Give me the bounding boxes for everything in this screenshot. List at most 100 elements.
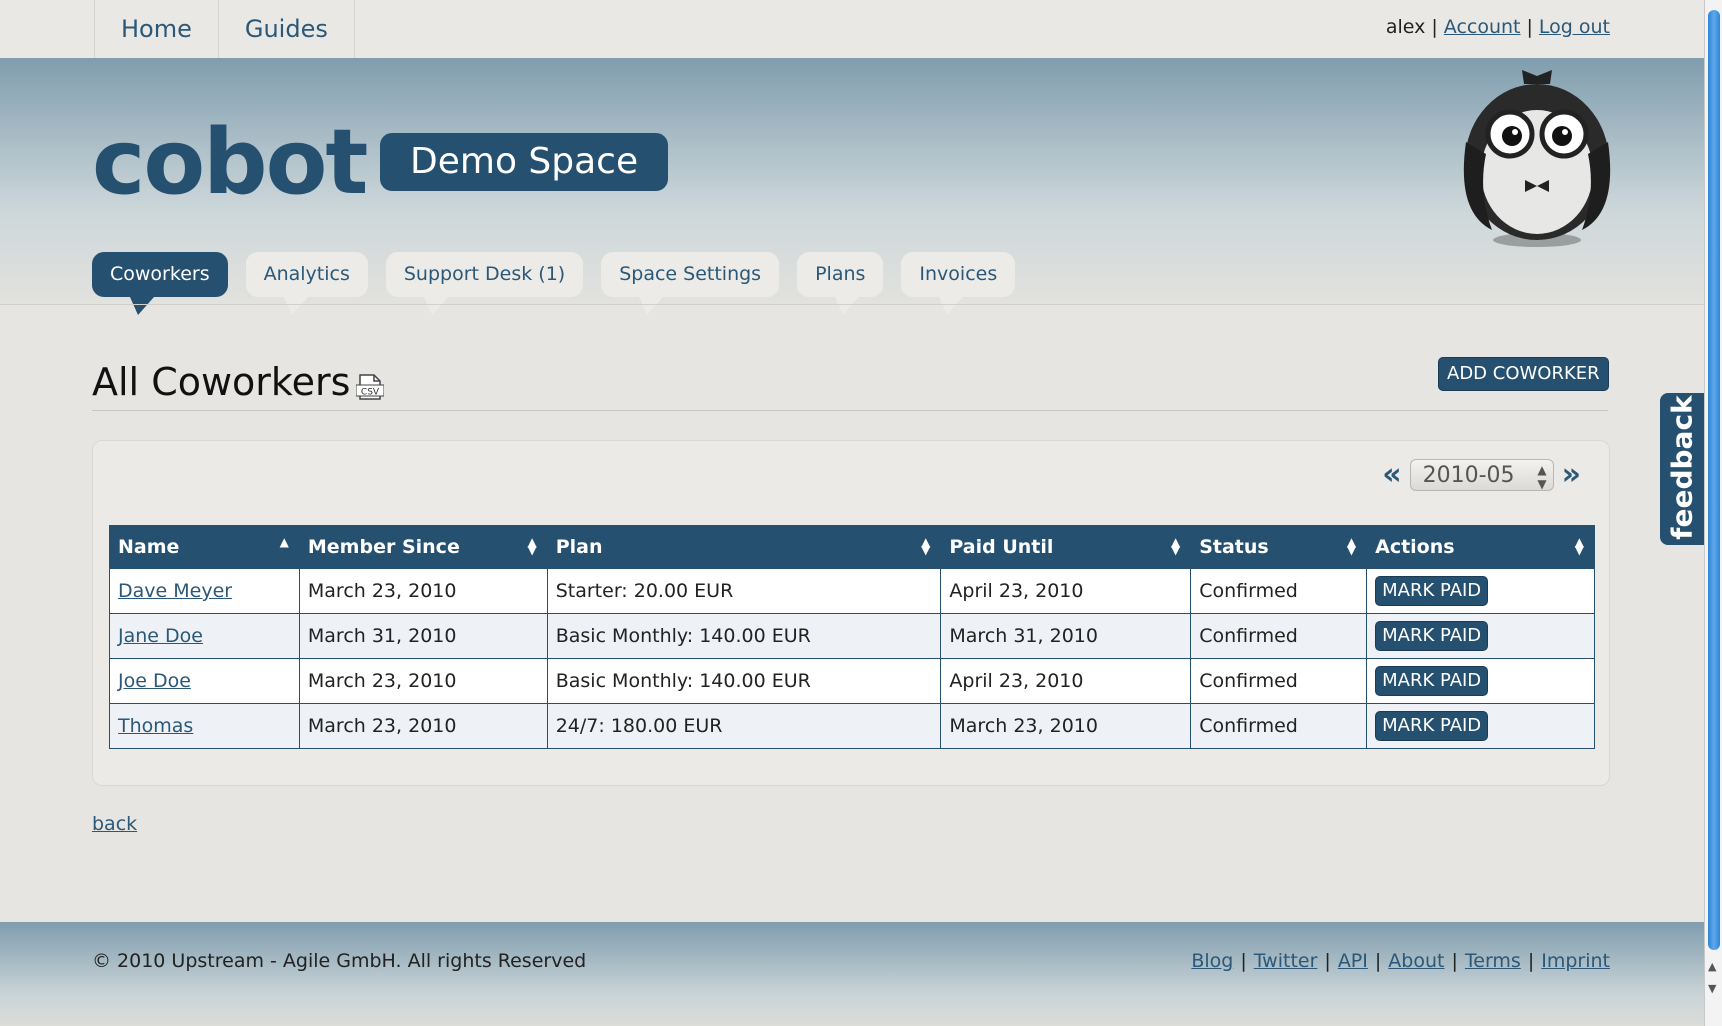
cell-paid-until: April 23, 2010 <box>940 568 1192 614</box>
top-bar: Home Guides alex | Account | Log out <box>0 0 1704 59</box>
cell-status: Confirmed <box>1190 658 1368 704</box>
mark-paid-button[interactable]: MARK PAID <box>1375 666 1489 696</box>
tab-coworkers[interactable]: Coworkers <box>92 252 228 315</box>
cell-name: Dave Meyer <box>109 568 300 614</box>
footer-link-imprint[interactable]: Imprint <box>1541 950 1610 972</box>
header-label: Member Since <box>307 536 460 558</box>
cell-status: Confirmed <box>1190 613 1368 659</box>
cell-plan: 24/7: 180.00 EUR <box>546 703 942 749</box>
space-name-badge: Demo Space <box>380 133 669 191</box>
tabs-divider <box>0 304 1704 305</box>
footer-sep: | <box>1527 950 1535 972</box>
footer-link-blog[interactable]: Blog <box>1191 950 1233 972</box>
username: alex <box>1385 16 1426 38</box>
cell-plan: Basic Monthly: 140.00 EUR <box>546 613 942 659</box>
month-navigation: « 2010-05 ▲ ▼ » <box>1382 459 1581 491</box>
footer-sep: | <box>1451 950 1458 972</box>
header-label: Name <box>118 536 180 558</box>
cell-actions: MARK PAID <box>1366 613 1595 659</box>
cell-status: Confirmed <box>1190 703 1368 749</box>
mark-paid-button[interactable]: MARK PAID <box>1375 576 1489 606</box>
cell-name: Thomas <box>109 703 300 749</box>
coworker-name-link[interactable]: Thomas <box>118 715 193 737</box>
coworker-name-link[interactable]: Joe Doe <box>118 670 191 692</box>
column-header-member-since[interactable]: Member Since ▲ ▼ <box>298 525 548 569</box>
prev-month-button[interactable]: « <box>1382 460 1401 490</box>
coworker-name-link[interactable]: Dave Meyer <box>118 580 232 602</box>
sort-icon: ▲ ▼ <box>1574 535 1584 557</box>
cell-name: Joe Doe <box>109 658 300 704</box>
footer: © 2010 Upstream - Agile GmbH. All rights… <box>0 922 1704 1026</box>
csv-export-icon[interactable]: CSV <box>356 374 384 400</box>
footer-link-twitter[interactable]: Twitter <box>1254 950 1318 972</box>
cell-member-since: March 31, 2010 <box>298 613 548 659</box>
scrollbar-thumb[interactable] <box>1708 10 1720 950</box>
feedback-tab[interactable]: feedback <box>1660 393 1704 545</box>
title-divider <box>92 410 1608 411</box>
cell-name: Jane Doe <box>109 613 300 659</box>
tab-space-settings[interactable]: Space Settings <box>601 252 780 315</box>
top-nav: Home Guides <box>94 0 355 58</box>
column-header-name[interactable]: Name ▲ <box>109 525 300 569</box>
coworker-name-link[interactable]: Jane Doe <box>118 625 203 647</box>
table-row: Jane Doe March 31, 2010 Basic Monthly: 1… <box>109 613 1595 659</box>
feedback-label: feedback <box>1665 395 1699 540</box>
sort-icon: ▲ ▼ <box>1346 535 1357 557</box>
add-coworker-button[interactable]: ADD COWORKER <box>1438 357 1609 391</box>
cobot-logo[interactable]: cobot <box>92 118 368 208</box>
tab-plans[interactable]: Plans <box>797 252 884 315</box>
nav-guides-link[interactable]: Guides <box>219 0 355 58</box>
cell-member-since: March 23, 2010 <box>298 568 548 614</box>
back-link[interactable]: back <box>92 813 137 835</box>
tab-analytics[interactable]: Analytics <box>245 252 368 315</box>
column-header-paid-until[interactable]: Paid Until ▲ ▼ <box>940 525 1192 569</box>
footer-link-terms[interactable]: Terms <box>1465 950 1521 972</box>
table-header-row: Name ▲ Member Since ▲ ▼ Plan ▲ ▼ Paid Until ▲ ▼… <box>109 525 1595 569</box>
cell-actions: MARK PAID <box>1366 568 1595 614</box>
user-sep: | <box>1431 16 1438 38</box>
copyright-text: © 2010 Upstream - Agile GmbH. All rights… <box>92 950 587 972</box>
account-link[interactable]: Account <box>1444 16 1521 38</box>
cell-member-since: March 23, 2010 <box>298 658 548 704</box>
user-box: alex | Account | Log out <box>1386 16 1610 38</box>
coworkers-panel: « 2010-05 ▲ ▼ » Name ▲ Member Since ▲ ▼ Plan… <box>92 440 1610 786</box>
nav-home-link[interactable]: Home <box>95 0 219 58</box>
column-header-actions[interactable]: Actions ▲ ▼ <box>1366 525 1595 569</box>
mark-paid-button[interactable]: MARK PAID <box>1375 711 1489 741</box>
header-label: Status <box>1199 536 1269 558</box>
month-select[interactable]: 2010-05 ▲ ▼ <box>1409 459 1554 491</box>
header-label: Actions <box>1375 536 1455 558</box>
footer-link-about[interactable]: About <box>1388 950 1444 972</box>
scroll-down-arrow-icon[interactable]: ▼ <box>1708 982 1716 995</box>
footer-sep: | <box>1240 950 1247 972</box>
main-tabs: Coworkers Analytics Support Desk (1) Spa… <box>92 252 1016 315</box>
cell-actions: MARK PAID <box>1366 703 1595 749</box>
cell-paid-until: March 31, 2010 <box>940 613 1192 659</box>
coworkers-table: Name ▲ Member Since ▲ ▼ Plan ▲ ▼ Paid Until ▲ ▼… <box>109 525 1595 749</box>
cell-plan: Basic Monthly: 140.00 EUR <box>546 658 942 704</box>
next-month-button[interactable]: » <box>1562 460 1581 490</box>
owl-mascot-icon <box>1463 70 1611 247</box>
tab-invoices[interactable]: Invoices <box>901 252 1016 315</box>
select-arrows-icon: ▲ ▼ <box>1537 463 1547 491</box>
month-select-value: 2010-05 <box>1422 463 1515 488</box>
scroll-up-arrow-icon[interactable]: ▲ <box>1708 960 1716 973</box>
footer-links: Blog | Twitter | API | About | Terms | Imprint <box>1191 950 1610 972</box>
logout-link[interactable]: Log out <box>1539 16 1610 38</box>
mark-paid-button[interactable]: MARK PAID <box>1375 621 1489 651</box>
user-sep: | <box>1526 16 1533 38</box>
tab-support-desk[interactable]: Support Desk (1) <box>385 252 584 315</box>
cell-plan: Starter: 20.00 EUR <box>546 568 942 614</box>
footer-link-api[interactable]: API <box>1338 950 1368 972</box>
footer-sep: | <box>1374 950 1382 972</box>
csv-icon-text: CSV <box>361 388 380 398</box>
column-header-plan[interactable]: Plan ▲ ▼ <box>546 525 942 569</box>
table-row: Thomas March 23, 2010 24/7: 180.00 EUR M… <box>109 703 1595 749</box>
column-header-status[interactable]: Status ▲ ▼ <box>1190 525 1368 569</box>
cell-member-since: March 23, 2010 <box>298 703 548 749</box>
vertical-scrollbar[interactable]: ▲ ▼ <box>1704 0 1722 1026</box>
sort-asc-icon: ▲ <box>279 535 289 549</box>
cell-status: Confirmed <box>1190 568 1368 614</box>
page-title: All Coworkers <box>92 360 351 404</box>
header-label: Paid Until <box>949 536 1054 558</box>
